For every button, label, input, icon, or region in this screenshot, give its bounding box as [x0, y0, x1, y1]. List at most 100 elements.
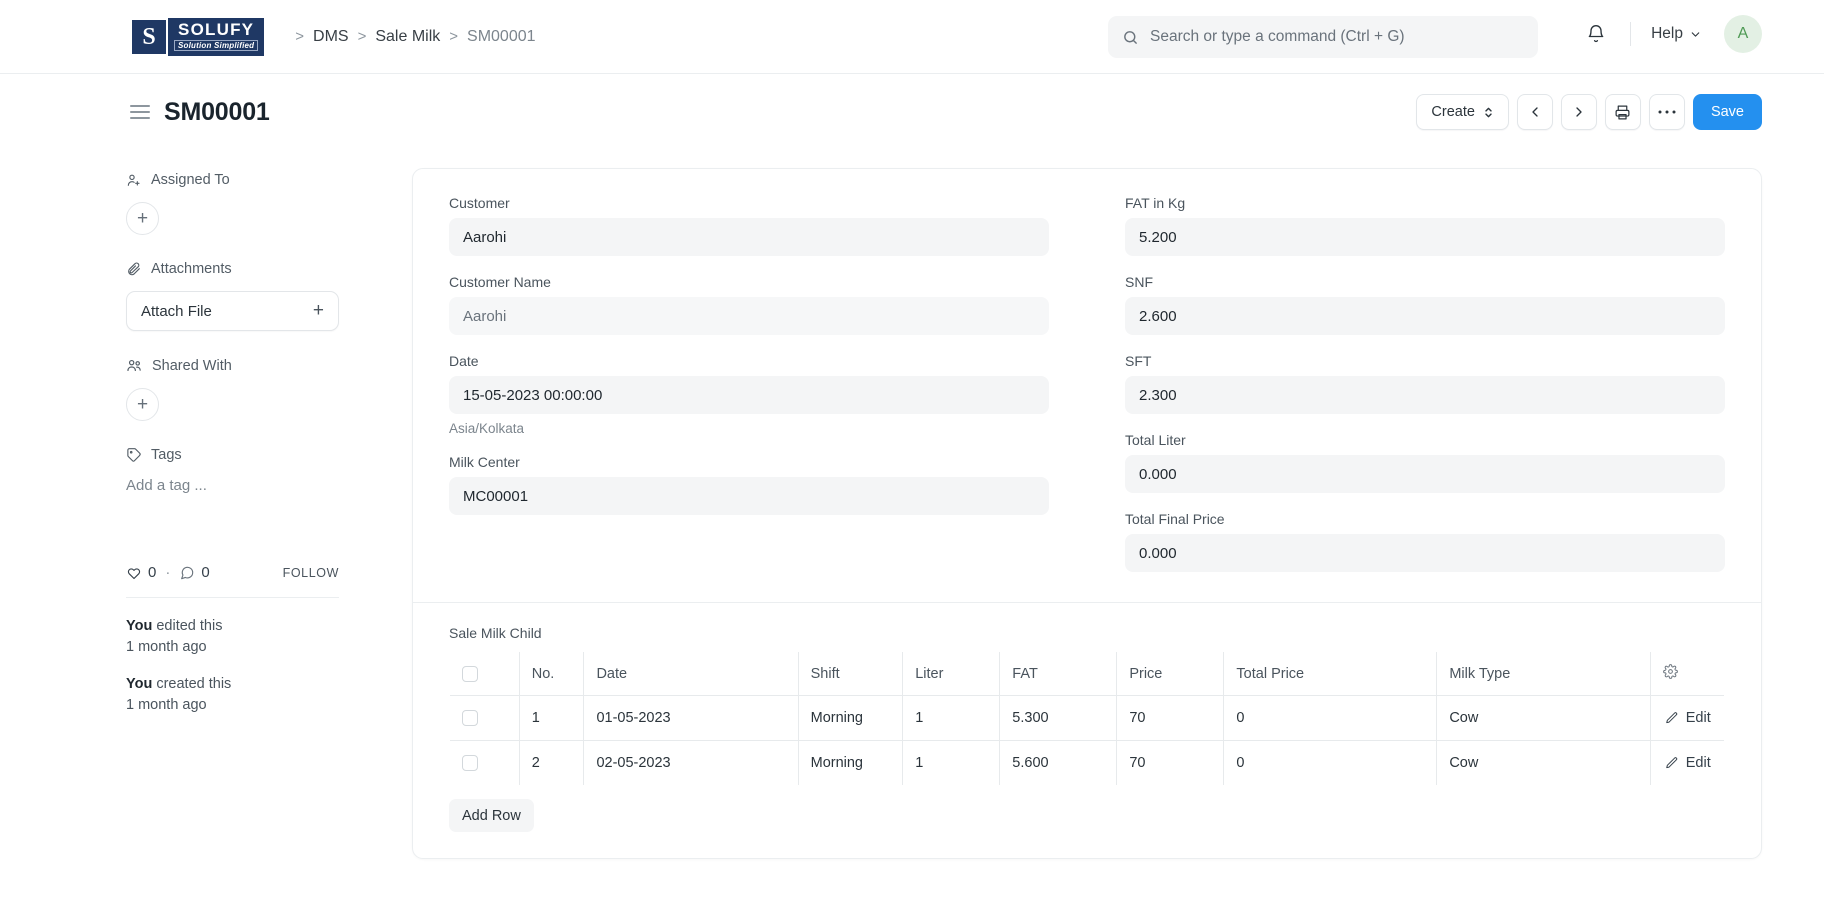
- cell-price[interactable]: 70: [1116, 695, 1225, 741]
- cell-no[interactable]: 1: [519, 695, 585, 741]
- cell-date[interactable]: 02-05-2023: [583, 740, 799, 785]
- field-milk-center-input[interactable]: MC00001: [449, 477, 1049, 515]
- select-all-checkbox[interactable]: [462, 665, 478, 682]
- cell-milk-type[interactable]: Cow: [1436, 740, 1652, 785]
- chevron-right-icon: [1571, 104, 1587, 120]
- comment-button[interactable]: 0: [179, 564, 210, 581]
- page-header-left: SM00001: [130, 98, 270, 127]
- breadcrumb-item-current: SM00001: [467, 27, 536, 45]
- field-sft-label: SFT: [1125, 353, 1152, 369]
- cell-total-price[interactable]: 0: [1223, 740, 1438, 785]
- previous-document-button[interactable]: [1516, 94, 1553, 130]
- next-document-button[interactable]: [1560, 94, 1597, 130]
- chevron-down-icon: [1689, 28, 1702, 41]
- column-header-liter[interactable]: Liter: [902, 652, 1001, 696]
- cell-fat[interactable]: 5.300: [999, 695, 1118, 741]
- row-checkbox[interactable]: [462, 710, 478, 727]
- like-button[interactable]: 0: [126, 564, 156, 581]
- column-header-no[interactable]: No.: [519, 652, 585, 696]
- page-header: SM00001 Create Save: [0, 74, 1824, 150]
- attach-file-button[interactable]: Attach File +: [126, 291, 339, 331]
- table-row[interactable]: 2 02-05-2023 Morning 1 5.600 70 0 Cow Ed…: [450, 740, 1724, 786]
- field-milk-center-label: Milk Center: [449, 454, 520, 470]
- add-row-button[interactable]: Add Row: [449, 799, 534, 832]
- breadcrumb-item-sale-milk[interactable]: Sale Milk: [375, 28, 440, 46]
- breadcrumb-item-dms[interactable]: DMS: [313, 28, 349, 46]
- activity-created-when: 1 month ago: [126, 697, 207, 714]
- cell-liter[interactable]: 1: [902, 695, 1001, 741]
- page-title: SM00001: [164, 97, 270, 126]
- cell-shift[interactable]: Morning: [798, 740, 904, 785]
- follow-button[interactable]: FOLLOW: [283, 566, 339, 580]
- row-edit-label: Edit: [1685, 755, 1711, 771]
- activity-edited-who: You: [126, 618, 153, 634]
- row-select-cell[interactable]: [450, 740, 520, 785]
- share-add-button[interactable]: +: [126, 388, 159, 421]
- field-customer-input[interactable]: Aarohi: [449, 218, 1049, 256]
- field-fat-in-kg-label: FAT in Kg: [1125, 195, 1186, 211]
- cell-fat[interactable]: 5.600: [999, 740, 1118, 785]
- sidebar-toggle-icon[interactable]: [130, 103, 150, 121]
- cell-liter[interactable]: 1: [902, 740, 1001, 785]
- bell-icon: [1586, 24, 1606, 44]
- cell-milk-type[interactable]: Cow: [1436, 695, 1652, 741]
- pencil-icon: [1665, 756, 1679, 770]
- gear-icon[interactable]: [1663, 664, 1679, 679]
- table-settings-header[interactable]: [1650, 652, 1724, 696]
- social-separator: ·: [165, 564, 171, 581]
- field-fat-in-kg-input[interactable]: 5.200: [1125, 218, 1725, 256]
- comment-icon: [179, 565, 195, 581]
- app-logo[interactable]: S SOLUFY Solution Simplified: [130, 17, 265, 56]
- table-row[interactable]: 1 01-05-2023 Morning 1 5.300 70 0 Cow Ed…: [450, 695, 1724, 741]
- column-header-total-price[interactable]: Total Price: [1223, 652, 1438, 696]
- shared-with-label: Shared With: [152, 357, 232, 374]
- plus-icon: +: [312, 300, 324, 321]
- row-checkbox[interactable]: [462, 755, 478, 772]
- field-total-liter-input[interactable]: 0.000: [1125, 455, 1725, 493]
- field-snf-input[interactable]: 2.600: [1125, 297, 1725, 335]
- assign-add-button[interactable]: +: [126, 202, 159, 235]
- select-all-header[interactable]: [450, 652, 520, 696]
- form-column-right: FAT in Kg 5.200 SNF 2.600 SFT 2.300 Tota…: [1087, 195, 1725, 572]
- column-header-date[interactable]: Date: [583, 652, 799, 696]
- field-customer-name-input[interactable]: Aarohi: [449, 297, 1049, 335]
- activity-created-what: created this: [152, 676, 232, 693]
- plus-icon: +: [136, 394, 149, 415]
- activity-edited-what: edited this: [152, 618, 223, 634]
- field-total-final-price-label: Total Final Price: [1125, 511, 1225, 527]
- field-total-final-price-input[interactable]: 0.000: [1125, 534, 1725, 572]
- add-row-label: Add Row: [462, 807, 521, 824]
- field-milk-center: Milk Center MC00001: [449, 454, 1049, 515]
- create-button[interactable]: Create: [1416, 94, 1509, 130]
- field-sft-input[interactable]: 2.300: [1125, 376, 1725, 414]
- row-edit-cell[interactable]: Edit: [1651, 741, 1724, 786]
- sidebar-section-shared-with: Shared With +: [126, 357, 398, 421]
- column-header-shift[interactable]: Shift: [798, 652, 904, 696]
- global-search-input[interactable]: Search or type a command (Ctrl + G): [1108, 16, 1538, 58]
- sidebar-divider: [126, 597, 339, 598]
- field-total-liter-label: Total Liter: [1125, 432, 1186, 448]
- cell-date[interactable]: 01-05-2023: [583, 695, 799, 741]
- table-header-row: No. Date Shift Liter FAT Price Total Pri…: [450, 652, 1724, 696]
- avatar[interactable]: A: [1724, 15, 1762, 53]
- help-menu-button[interactable]: Help: [1643, 19, 1710, 49]
- heart-icon: [126, 565, 142, 581]
- notifications-button[interactable]: [1574, 12, 1618, 56]
- column-header-price[interactable]: Price: [1116, 652, 1225, 696]
- more-options-button[interactable]: [1648, 94, 1685, 130]
- field-date-input[interactable]: 15-05-2023 00:00:00: [449, 376, 1049, 414]
- add-tag-input[interactable]: Add a tag ...: [126, 477, 398, 494]
- row-select-cell[interactable]: [450, 695, 520, 741]
- save-button[interactable]: Save: [1692, 94, 1762, 130]
- cell-no[interactable]: 2: [519, 740, 585, 785]
- assigned-to-heading: Assigned To: [126, 172, 398, 188]
- cell-total-price[interactable]: 0: [1223, 695, 1438, 741]
- cell-price[interactable]: 70: [1116, 740, 1225, 785]
- column-header-fat[interactable]: FAT: [999, 652, 1118, 696]
- print-button[interactable]: [1604, 94, 1641, 130]
- field-sft: SFT 2.300: [1125, 353, 1725, 414]
- cell-shift[interactable]: Morning: [798, 695, 904, 741]
- activity-created: You created this 1 month ago: [126, 674, 398, 716]
- column-header-milk-type[interactable]: Milk Type: [1436, 652, 1652, 696]
- row-edit-cell[interactable]: Edit: [1650, 695, 1724, 741]
